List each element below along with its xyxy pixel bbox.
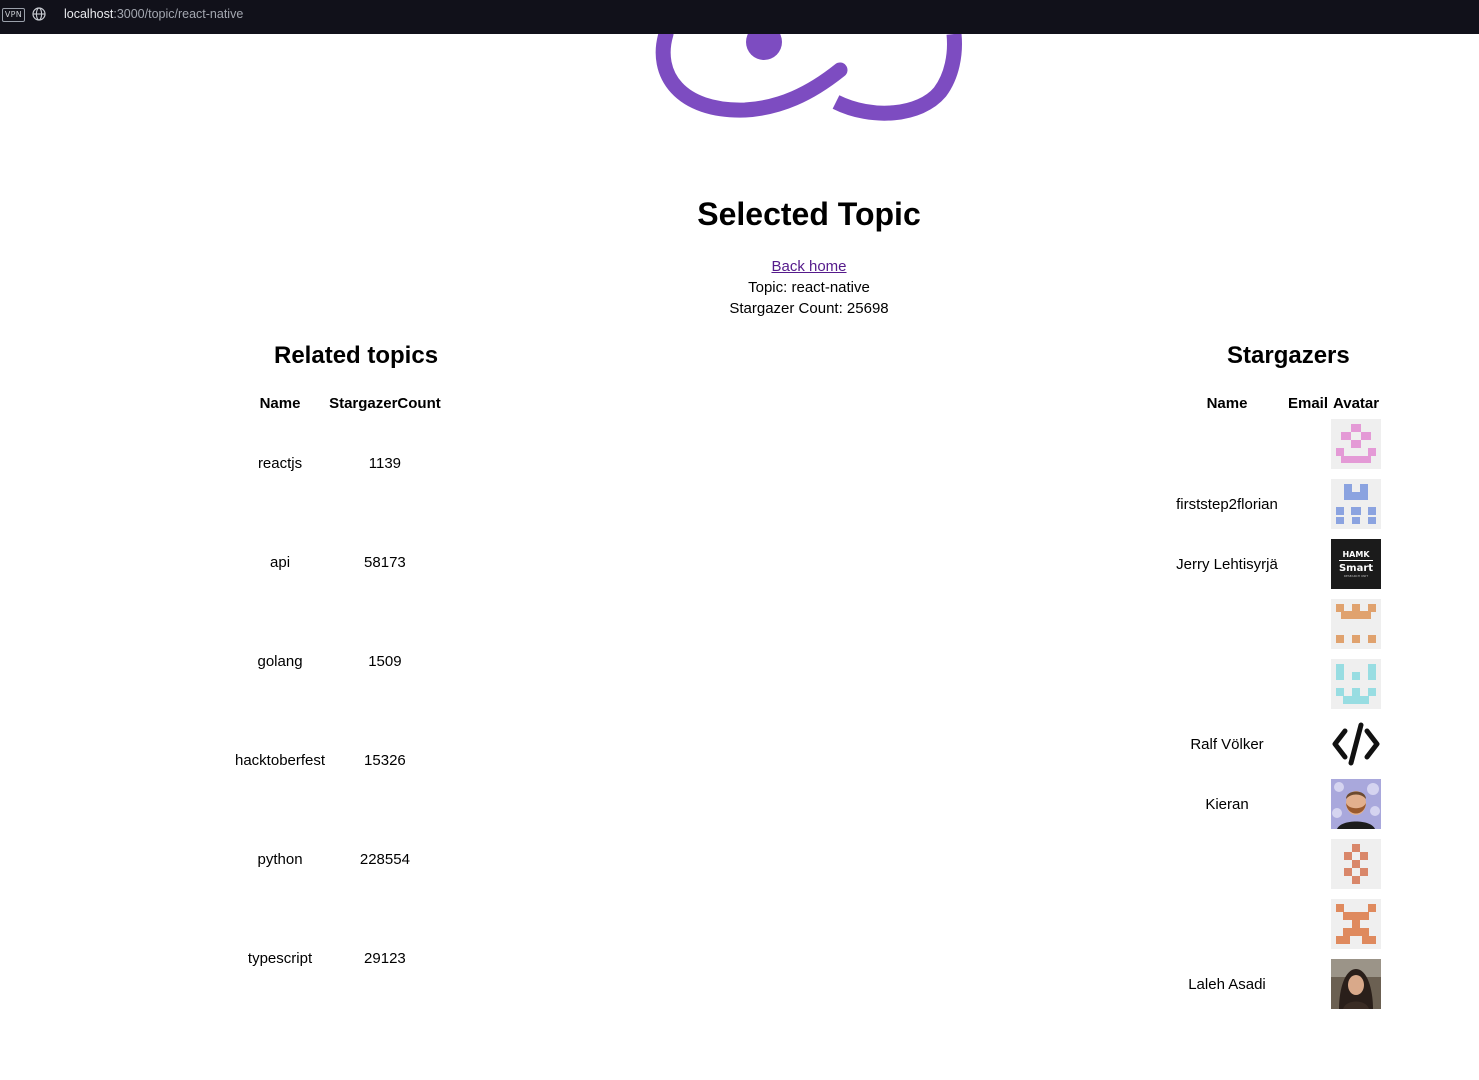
column-header-name: Name	[259, 395, 301, 412]
stargazer-email	[1287, 535, 1329, 593]
table-row: Laleh Asadi	[1169, 955, 1382, 1013]
table-row: Jerry Lehtisyrjä HAMK Smart RESEARCH UNIT	[1169, 535, 1382, 593]
identicon-terracotta-avatar	[1331, 839, 1382, 889]
topic-name: api	[270, 554, 291, 571]
table-row: reactjs 1139	[234, 415, 442, 512]
vpn-badge[interactable]: VPN	[2, 8, 25, 22]
stargazer-name: Ralf Völker	[1190, 735, 1264, 753]
stargazer-name: firststep2florian	[1176, 495, 1278, 513]
column-header-name: Name	[1206, 395, 1248, 412]
identicon-coral-avatar	[1331, 899, 1382, 949]
table-row: python 228554	[234, 811, 442, 908]
woman-photo-avatar	[1331, 959, 1382, 1009]
table-header-row: Name Email Avatar	[1169, 394, 1381, 413]
table-row	[1169, 415, 1382, 473]
topic-name: python	[257, 851, 303, 868]
stargazer-email	[1287, 955, 1329, 1013]
related-topics-table: Name StargazerCount reactjs 1139 api 58173…	[232, 392, 444, 1009]
stargazer-name	[1169, 595, 1285, 653]
topic-count: 1139	[368, 455, 402, 472]
stargazer-name: Laleh Asadi	[1188, 975, 1266, 993]
topic-name: reactjs	[257, 455, 303, 472]
topic-name: typescript	[247, 950, 313, 967]
table-header-row: Name StargazerCount	[234, 394, 442, 413]
table-row: Ralf Völker	[1169, 715, 1382, 773]
stargazer-count-label: Stargazer Count: 25698	[729, 300, 889, 317]
identicon-pink-avatar	[1331, 419, 1382, 469]
svg-text:Smart: Smart	[1339, 563, 1373, 574]
topic-label: Topic: react-native	[748, 279, 870, 296]
globe-icon	[32, 7, 46, 21]
svg-text:HAMK: HAMK	[1343, 550, 1371, 559]
topic-count: 15326	[364, 752, 406, 769]
stargazers-heading: Stargazers	[1227, 342, 1350, 369]
url-path: :3000/topic/react-native	[113, 7, 244, 21]
identicon-cyan-avatar	[1331, 659, 1382, 709]
related-topics-heading: Related topics	[274, 342, 439, 369]
bearded-man-photo-avatar	[1331, 779, 1382, 829]
table-row: firststep2florian	[1169, 475, 1382, 533]
topic-count: 1509	[368, 653, 402, 670]
table-row: Kieran	[1169, 775, 1382, 833]
topic-info: Back home Topic: react-native Stargazer …	[0, 256, 1479, 319]
stargazer-email	[1287, 715, 1329, 773]
url-field[interactable]: localhost:3000/topic/react-native	[64, 6, 243, 22]
stargazer-name	[1169, 415, 1285, 473]
stargazer-name: Kieran	[1205, 795, 1249, 813]
stargazer-name	[1169, 835, 1285, 893]
stargazer-email	[1287, 895, 1329, 953]
browser-address-bar: VPN localhost:3000/topic/react-native	[0, 0, 1479, 34]
stargazer-email	[1287, 595, 1329, 653]
hamk-smart-logo-avatar: HAMK SmartRESEARCH UNIT	[1331, 539, 1382, 589]
topic-name: golang	[257, 653, 303, 670]
stargazer-email	[1287, 415, 1329, 473]
topic-count: 58173	[364, 554, 406, 571]
table-row: api 58173	[234, 514, 442, 611]
identicon-orange-avatar	[1331, 599, 1382, 649]
stargazer-name	[1169, 895, 1285, 953]
column-header-avatar: Avatar	[1332, 395, 1380, 412]
topic-name: hacktoberfest	[235, 752, 326, 769]
identicon-blue-avatar	[1331, 479, 1382, 529]
stargazer-email	[1287, 655, 1329, 713]
code-brackets-avatar	[1331, 719, 1382, 769]
column-header-stargazer-count: StargazerCount	[329, 395, 441, 412]
stargazer-email	[1287, 835, 1329, 893]
stargazer-email	[1287, 775, 1329, 833]
column-header-email: Email	[1288, 395, 1329, 412]
topic-count: 29123	[364, 950, 406, 967]
stargazer-email	[1287, 475, 1329, 533]
topic-count: 228554	[359, 851, 410, 868]
table-row	[1169, 655, 1382, 713]
table-row: typescript 29123	[234, 910, 442, 1007]
table-row	[1169, 895, 1382, 953]
stargazers-table: Name Email Avatar firststep2florian Jerr…	[1167, 392, 1383, 1015]
svg-text:RESEARCH UNIT: RESEARCH UNIT	[1344, 574, 1368, 578]
stargazer-name	[1169, 655, 1285, 713]
table-row	[1169, 595, 1382, 653]
url-host: localhost	[64, 7, 114, 21]
table-row: golang 1509	[234, 613, 442, 710]
table-row	[1169, 835, 1382, 893]
back-home-link[interactable]: Back home	[771, 258, 846, 275]
logo-icon	[655, 34, 962, 121]
stargazer-name: Jerry Lehtisyrjä	[1176, 555, 1278, 573]
table-row: hacktoberfest 15326	[234, 712, 442, 809]
page-title: Selected Topic	[697, 196, 921, 232]
